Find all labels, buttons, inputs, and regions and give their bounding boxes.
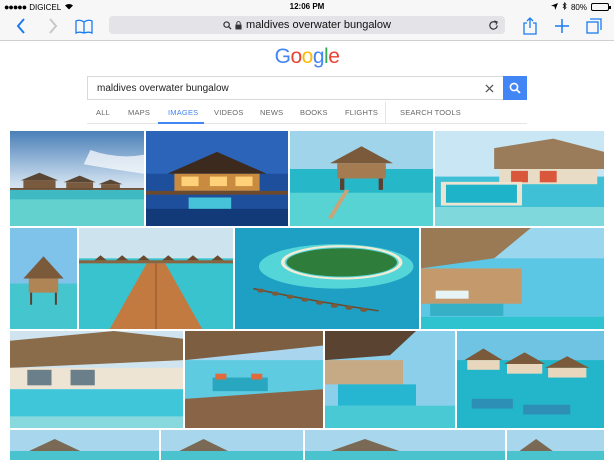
bluetooth-icon [562,1,567,12]
clock: 12:06 PM [289,2,325,11]
logo-letter: g [312,45,325,68]
image-result-thumbnail[interactable] [305,430,505,460]
tab-news[interactable]: NEWS [260,108,283,117]
address-text: maldives overwater bungalow [246,19,391,31]
search-input[interactable]: maldives overwater bungalow [87,76,503,100]
tab-divider [385,102,386,123]
image-result-thumbnail[interactable] [185,331,323,428]
image-result-thumbnail[interactable] [10,331,183,428]
thumbnail-image [507,430,604,460]
image-result-thumbnail[interactable] [507,430,604,460]
thumbnail-image [161,430,303,460]
image-result-thumbnail[interactable] [421,228,604,329]
logo-letter: e [328,45,340,68]
thumbnail-image [325,331,455,428]
lock-icon [235,20,242,29]
image-result-thumbnail[interactable] [10,228,77,329]
tabs-overview-button[interactable] [583,16,605,36]
thumbnail-image [10,430,159,460]
logo-letter: o [290,45,302,68]
forward-button[interactable] [42,16,64,36]
reload-button[interactable] [486,18,500,32]
thumbnail-image [146,131,288,226]
status-bar: ●●●●● DIGICEL 12:06 PM 80% [0,0,614,13]
battery-percent: 80% [570,2,587,12]
tab-all[interactable]: ALL [96,108,110,117]
image-result-thumbnail[interactable] [435,131,604,226]
search-form: maldives overwater bungalow [87,76,527,100]
thumbnail-image [235,228,419,329]
image-result-thumbnail[interactable] [161,430,303,460]
browser-toolbar: maldives overwater bungalow [0,13,614,41]
bookmarks-button[interactable] [73,16,95,36]
share-button[interactable] [519,16,541,36]
plus-icon [555,19,569,33]
thumbnail-image [290,131,433,226]
active-tab-indicator [158,122,204,124]
thumbnail-image [10,331,183,428]
thumbnail-image [305,430,505,460]
image-result-thumbnail[interactable] [79,228,233,329]
search-icon [509,82,521,94]
thumbnail-image [457,331,604,428]
share-icon [523,17,537,35]
search-input-value: maldives overwater bungalow [97,82,229,94]
image-result-thumbnail[interactable] [235,228,419,329]
thumbnail-image [10,228,77,329]
logo-letter: G [274,45,291,68]
tab-maps[interactable]: MAPS [128,108,150,117]
thumbnail-image [185,331,323,428]
search-icon [223,20,232,30]
close-icon [484,83,494,93]
image-result-thumbnail[interactable] [146,131,288,226]
google-logo[interactable]: Google [0,45,614,69]
logo-letter: o [301,45,314,68]
thumbnail-image [435,131,604,226]
image-result-thumbnail[interactable] [10,131,144,226]
tabs-icon [586,18,602,34]
chevron-right-icon [49,18,58,34]
tab-images[interactable]: IMAGES [168,108,198,117]
address-bar[interactable]: maldives overwater bungalow [109,16,505,34]
location-arrow-icon [550,2,558,12]
image-result-thumbnail[interactable] [457,331,604,428]
image-result-thumbnail[interactable] [10,430,159,460]
thumbnail-image [10,131,144,226]
book-icon [75,19,93,34]
tab-videos[interactable]: VIDEOS [214,108,244,117]
new-tab-button[interactable] [551,16,573,36]
reload-icon [488,19,498,30]
image-result-thumbnail[interactable] [325,331,455,428]
image-result-thumbnail[interactable] [290,131,433,226]
thumbnail-image [421,228,604,329]
tab-flights[interactable]: FLIGHTS [345,108,378,117]
clear-search-button[interactable] [483,82,495,94]
search-submit-button[interactable] [503,76,527,100]
battery-icon [591,3,611,11]
image-results-grid [0,0,614,460]
tab-search-tools[interactable]: SEARCH TOOLS [400,108,461,117]
tab-books[interactable]: BOOKS [300,108,328,117]
chevron-left-icon [16,18,25,34]
back-button[interactable] [10,16,32,36]
thumbnail-image [79,228,233,329]
search-tabs: ALL MAPS IMAGES VIDEOS NEWS BOOKS FLIGHT… [87,101,527,124]
